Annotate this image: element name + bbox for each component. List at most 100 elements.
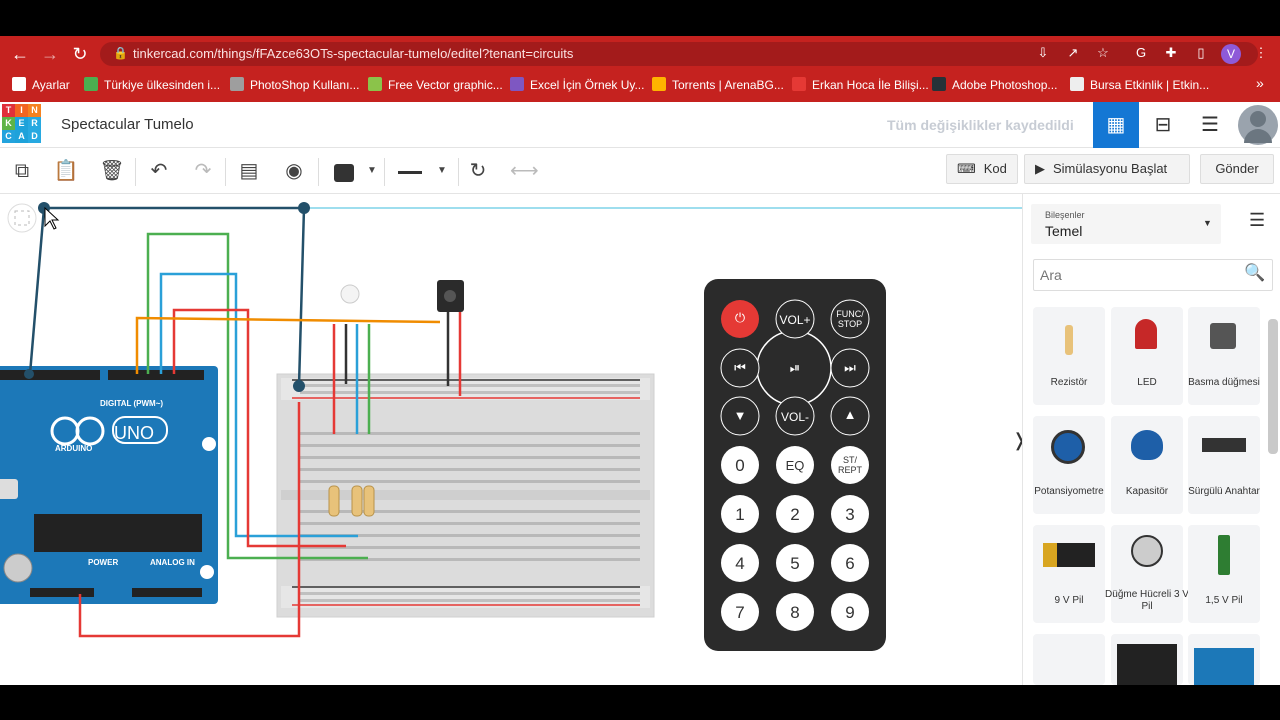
share-icon[interactable]: ↗ (1064, 44, 1082, 62)
component-card-potentiometer[interactable]: Potansiyometre (1033, 416, 1105, 514)
start-simulation-button[interactable]: ▶ Simülasyonu Başlat (1024, 154, 1190, 184)
undo-icon[interactable]: ↶ (145, 157, 173, 185)
flip-icon[interactable]: ⟷ (510, 157, 539, 185)
up-icon[interactable]: ▲ (839, 407, 861, 422)
digit-4[interactable]: 4 (730, 554, 750, 574)
wire-endpoint[interactable] (24, 369, 34, 379)
user-avatar[interactable] (1238, 105, 1278, 145)
component-card-9v-battery[interactable]: 9 V Pil (1033, 525, 1105, 623)
project-title[interactable]: Spectacular Tumelo (61, 116, 194, 133)
bookmarks-more[interactable]: » (1256, 75, 1264, 91)
digit-6[interactable]: 6 (840, 554, 860, 574)
ir-receiver[interactable] (437, 280, 464, 312)
component-card-led[interactable]: LED (1111, 307, 1183, 405)
play-pause-icon[interactable]: ⏯ (784, 360, 806, 376)
digit-0[interactable]: 0 (730, 456, 750, 476)
list-view-icon[interactable]: ☰ (1249, 210, 1265, 231)
st-rept-label[interactable]: ST/ REPT (831, 455, 869, 475)
forward-icon[interactable]: → (38, 44, 62, 64)
component-card-pushbutton[interactable]: Basma düğmesi (1188, 307, 1260, 405)
menu-icon[interactable]: ⋮ (1252, 44, 1270, 62)
bookmark-item[interactable]: Ayarlar (12, 77, 70, 92)
color-swatch[interactable] (334, 164, 354, 182)
wire-endpoint[interactable] (293, 380, 305, 392)
component-card-breadboard[interactable] (1033, 634, 1105, 685)
bookmark-item[interactable]: Adobe Photoshop... (932, 77, 1057, 92)
down-icon[interactable]: ▼ (729, 408, 751, 423)
logo-cell[interactable]: E (15, 117, 28, 130)
redo-icon[interactable]: ↷ (189, 157, 217, 185)
install-icon[interactable]: ⇩ (1034, 44, 1052, 62)
digit-2[interactable]: 2 (785, 505, 805, 525)
rewind-icon[interactable]: ⏮ (729, 360, 751, 376)
component-list-button[interactable]: ☰ (1187, 102, 1233, 148)
chevron-down-icon[interactable]: ▼ (428, 157, 456, 185)
logo-cell[interactable]: A (15, 130, 28, 143)
component-card-slide-switch[interactable]: Sürgülü Anahtar (1188, 416, 1260, 514)
schematic-view-button[interactable]: ⊟ (1140, 102, 1186, 148)
sidepanel-icon[interactable]: ▯ (1192, 44, 1210, 62)
func-stop-label[interactable]: FUNC/ STOP (831, 309, 869, 329)
eq-label[interactable]: EQ (778, 458, 812, 473)
rotate-icon[interactable]: ↻ (464, 157, 492, 185)
vol-up-label[interactable]: VOL+ (777, 313, 813, 327)
visibility-icon[interactable]: ◉ (280, 157, 308, 185)
back-icon[interactable]: ← (8, 44, 32, 64)
star-icon[interactable]: ☆ (1094, 44, 1112, 62)
reload-icon[interactable]: ↻ (68, 44, 92, 64)
logo-cell[interactable]: R (28, 117, 41, 130)
component-card-aa-battery[interactable]: 1,5 V Pil (1188, 525, 1260, 623)
wire-style-icon[interactable] (398, 171, 422, 174)
logo-cell[interactable]: D (28, 130, 41, 143)
url-text[interactable]: tinkercad.com/things/fFAzce63OTs-spectac… (133, 46, 573, 61)
code-button[interactable]: ⌨ Kod (946, 154, 1018, 184)
component-card-capacitor[interactable]: Kapasitör (1111, 416, 1183, 514)
circuit-canvas[interactable]: DIGITAL (PWM~) UNO ARDUINO POWER ANALOG … (0, 194, 1027, 685)
translate-icon[interactable]: G (1132, 44, 1150, 62)
send-button[interactable]: Gönder (1200, 154, 1274, 184)
digit-5[interactable]: 5 (785, 554, 805, 574)
delete-icon[interactable]: 🗑 (98, 157, 126, 185)
logo-cell[interactable]: I (15, 104, 28, 117)
search-icon[interactable]: 🔍 (1244, 263, 1265, 283)
component-card-microbit[interactable] (1111, 634, 1183, 685)
forward-icon[interactable]: ⏭ (839, 360, 861, 376)
search-input[interactable] (1040, 265, 1240, 285)
fit-view-icon[interactable] (7, 203, 37, 233)
rgb-led[interactable] (340, 284, 360, 304)
copy-icon[interactable]: ⧉ (8, 157, 36, 185)
chevron-down-icon[interactable]: ▼ (358, 157, 386, 185)
bookmark-item[interactable]: PhotoShop Kullanı... (230, 77, 359, 92)
logo-cell[interactable]: N (28, 104, 41, 117)
digit-1[interactable]: 1 (730, 505, 750, 525)
resistors[interactable] (328, 485, 375, 517)
component-card-resistor[interactable]: Rezistör (1033, 307, 1105, 405)
bookmark-item[interactable]: Excel İçin Örnek Uy... (510, 77, 644, 92)
bookmark-item[interactable]: Free Vector graphic... (368, 77, 503, 92)
profile-avatar[interactable]: V (1221, 44, 1241, 64)
digit-7[interactable]: 7 (730, 603, 750, 623)
vol-down-label[interactable]: VOL- (778, 410, 812, 424)
digit-9[interactable]: 9 (840, 603, 860, 623)
note-icon[interactable]: ▤ (235, 157, 263, 185)
power-icon[interactable]: ⏻ (730, 310, 750, 326)
digit-8[interactable]: 8 (785, 603, 805, 623)
circuit-view-button[interactable]: ▦ (1093, 102, 1139, 148)
bookmark-item[interactable]: Erkan Hoca İle Bilişi... (792, 77, 929, 92)
bookmark-item[interactable]: Bursa Etkinlik | Etkin... (1070, 77, 1209, 92)
logo-cell[interactable]: K (2, 117, 15, 130)
sidebar-scrollbar[interactable] (1268, 319, 1278, 454)
save-status: Tüm değişiklikler kaydedildi (887, 117, 1074, 133)
bookmark-item[interactable]: Türkiye ülkesinden i... (84, 77, 220, 92)
slide-switch-icon (1202, 438, 1246, 452)
component-card-arduino[interactable] (1188, 634, 1260, 685)
bookmark-item[interactable]: Torrents | ArenaBG... (652, 77, 784, 92)
components-select[interactable]: Bileşenler Temel ▼ (1031, 204, 1221, 244)
component-card-coin-battery[interactable]: Düğme Hücreli 3 V Pil (1105, 525, 1189, 623)
wire-endpoint[interactable] (298, 202, 310, 214)
logo-cell[interactable]: T (2, 104, 15, 117)
digit-3[interactable]: 3 (840, 505, 860, 525)
logo-cell[interactable]: C (2, 130, 15, 143)
paste-icon[interactable]: 📋 (52, 157, 80, 185)
extensions-icon[interactable]: ✚ (1162, 44, 1180, 62)
